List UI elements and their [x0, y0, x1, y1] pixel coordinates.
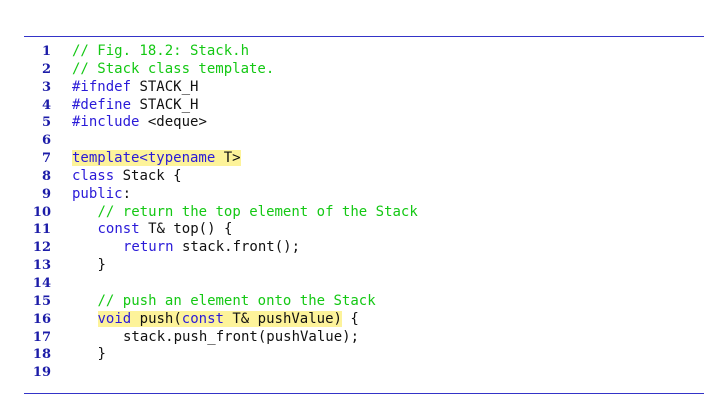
keyword-token: #include — [72, 114, 140, 131]
code-text: #ifndef STACK_H — [72, 79, 198, 97]
plain-token: { — [341, 310, 359, 327]
line-number: 1 — [41, 44, 51, 59]
plain-token: : — [122, 185, 132, 202]
line-number: 14 — [32, 275, 51, 291]
line-number: 11 — [32, 222, 51, 238]
keyword-token: const — [181, 310, 224, 327]
bottom-rule — [24, 393, 704, 394]
line-number: 3 — [41, 79, 51, 95]
code-text: // Fig. 18.2: Stack.h — [72, 43, 249, 61]
code-line: 17 stack.push_front(pushValue); — [0, 329, 715, 347]
plain-token: Stack { — [114, 167, 182, 184]
code-line: 15 // push an element onto the Stack — [0, 293, 715, 311]
line-number: 18 — [32, 347, 51, 363]
plain-token: T> — [215, 150, 241, 167]
code-text: stack.push_front(pushValue); — [123, 329, 359, 347]
code-line: 3 #ifndef STACK_H — [0, 79, 715, 97]
keyword-token: #ifndef — [72, 78, 132, 95]
plain-token: STACK_H — [131, 96, 199, 113]
code-line: 9 public: — [0, 186, 715, 204]
code-line: 13} — [0, 257, 715, 275]
plain-token: stack.front(); — [173, 239, 301, 256]
code-line: 8 class Stack { — [0, 168, 715, 186]
keyword-token: public — [72, 185, 123, 202]
code-text: const T& top() { — [98, 221, 233, 239]
code-text: class Stack { — [72, 168, 182, 186]
code-text: #define STACK_H — [72, 97, 198, 115]
code-line: 1 // Fig. 18.2: Stack.h — [0, 43, 715, 61]
line-number: 16 — [32, 311, 51, 327]
code-text: #include <deque> — [72, 114, 207, 132]
top-rule — [24, 36, 704, 37]
line-number: 7 — [41, 151, 51, 167]
code-text: return stack.front(); — [123, 239, 300, 257]
code-line: 7 template<typename T> — [0, 150, 715, 168]
line-number: 2 — [41, 61, 51, 77]
keyword-token: template<typename — [72, 150, 216, 167]
code-text: void push(const T& pushValue) { — [97, 310, 359, 329]
code-line: 18} — [0, 346, 715, 364]
line-number: 6 — [41, 133, 51, 149]
plain-token: stack.push_front(pushValue); — [123, 328, 360, 345]
line-number: 9 — [41, 186, 51, 202]
plain-token: <deque> — [139, 114, 207, 131]
line-number: 15 — [32, 293, 51, 309]
code-line: 6 — [0, 132, 715, 150]
code-text: public: — [72, 186, 131, 204]
line-number: 8 — [41, 168, 51, 184]
line-number: 5 — [41, 115, 51, 131]
keyword-token: return — [123, 239, 174, 256]
code-text: // return the top element of the Stack — [98, 204, 418, 222]
comment-token: // push an element onto the Stack — [97, 292, 376, 309]
plain-token: } — [97, 346, 106, 363]
line-number: 17 — [32, 329, 51, 345]
code-text: } — [98, 346, 106, 364]
plain-token: STACK_H — [131, 78, 199, 95]
keyword-token: #define — [72, 96, 132, 113]
line-number: 12 — [32, 240, 51, 256]
line-number: 13 — [32, 258, 51, 274]
line-number: 4 — [41, 97, 51, 113]
keyword-token: class — [72, 167, 115, 184]
code-line: 12 return stack.front(); — [0, 239, 715, 257]
code-line: 10 // return the top element of the Stack — [0, 204, 715, 222]
code-listing: 1 // Fig. 18.2: Stack.h 2 // Stack class te… — [0, 43, 715, 382]
comment-token: // return the top element of the Stack — [97, 203, 418, 220]
code-text: } — [98, 257, 106, 275]
code-line: 19 — [0, 364, 715, 382]
keyword-token: void — [97, 310, 132, 327]
code-line: 5 #include <deque> — [0, 114, 715, 132]
code-text: template<typename T> — [72, 150, 241, 168]
code-line: 16 void push(const T& pushValue) { — [0, 310, 715, 329]
plain-token: push( — [131, 310, 182, 327]
comment-token: // Stack class template. — [72, 60, 275, 77]
plain-token: T& top() { — [139, 221, 233, 238]
plain-token: } — [97, 257, 106, 274]
plain-token: T& pushValue) — [223, 310, 342, 327]
comment-token: // Fig. 18.2: Stack.h — [72, 43, 250, 59]
code-line: 11 const T& top() { — [0, 221, 715, 239]
keyword-token: const — [97, 221, 140, 238]
code-text: // Stack class template. — [72, 61, 274, 79]
code-line: 14 — [0, 275, 715, 293]
line-number: 10 — [32, 204, 51, 220]
code-line: 2 // Stack class template. — [0, 61, 715, 79]
code-line: 4 #define STACK_H — [0, 97, 715, 115]
line-number: 19 — [32, 365, 51, 381]
code-text: // push an element onto the Stack — [98, 293, 376, 311]
